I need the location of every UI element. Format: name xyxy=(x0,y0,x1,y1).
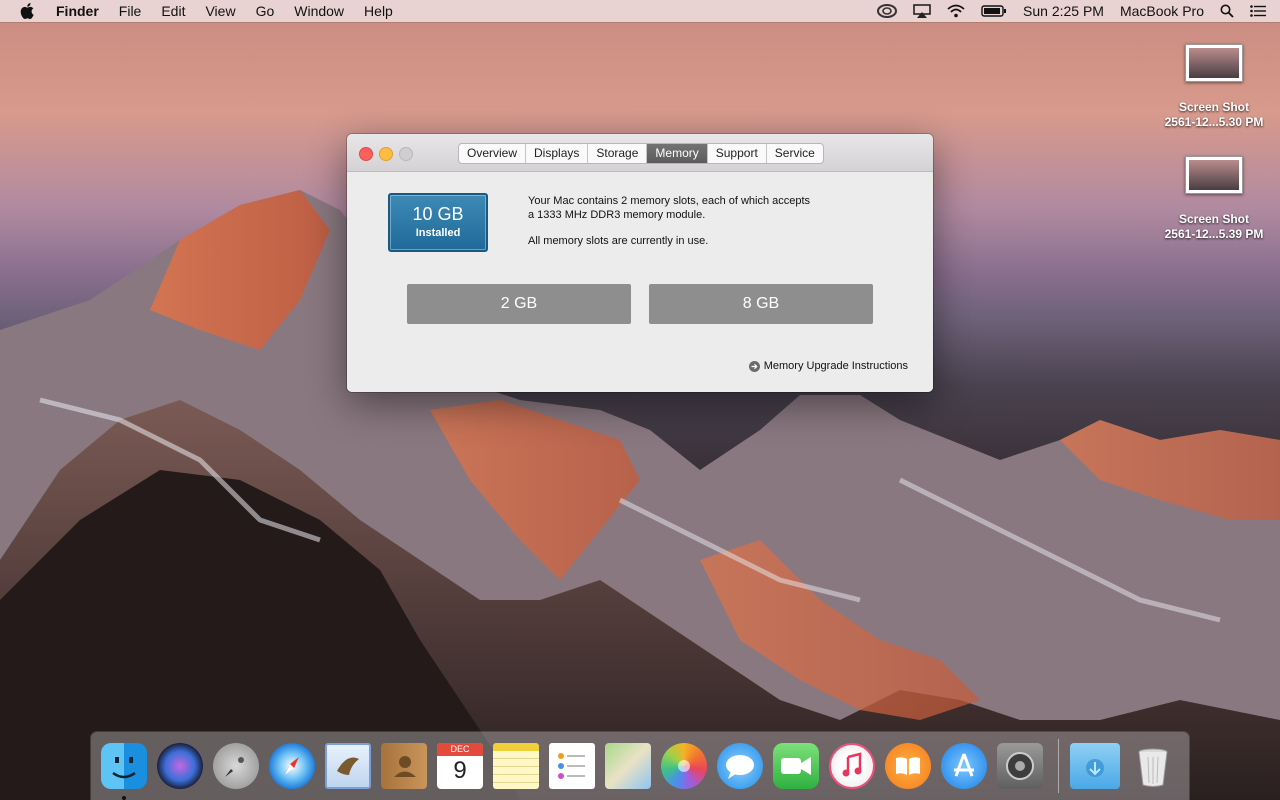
screenshot-thumbnail-icon xyxy=(1185,156,1243,194)
memory-info-line1: Your Mac contains 2 memory slots, each o… xyxy=(528,195,811,207)
ibooks-icon[interactable] xyxy=(885,743,931,789)
desktop-file-screenshot-2[interactable]: Screen Shot 2561-12...5.39 PM xyxy=(1149,156,1279,242)
memory-info-line3: All memory slots are currently in use. xyxy=(528,235,709,247)
desktop xyxy=(0,0,1280,800)
memory-panel: 10 GB Installed Your Mac contains 2 memo… xyxy=(347,172,933,392)
calendar-icon[interactable]: DEC 9 xyxy=(437,743,483,789)
menu-help[interactable]: Help xyxy=(364,3,393,19)
memory-slot-1: 2 GB xyxy=(407,284,631,324)
installed-memory-badge: 10 GB Installed xyxy=(388,193,488,252)
app-menu-finder[interactable]: Finder xyxy=(56,3,99,19)
itunes-icon[interactable] xyxy=(829,743,875,789)
about-this-mac-window: Overview Displays Storage Memory Support… xyxy=(347,134,933,392)
installed-memory-label: Installed xyxy=(415,227,461,239)
zoom-button[interactable] xyxy=(399,147,413,161)
maps-icon[interactable] xyxy=(605,743,651,789)
wallpaper xyxy=(0,190,1280,800)
desktop-file-label-line2: 2561-12...5.30 PM xyxy=(1164,115,1264,129)
desktop-file-label-line1: Screen Shot xyxy=(1178,100,1250,114)
menu-bar: Finder File Edit View Go Window Help Sun… xyxy=(0,0,1280,22)
running-indicator xyxy=(122,796,126,800)
tab-bar: Overview Displays Storage Memory Support… xyxy=(458,143,824,164)
apple-menu-icon[interactable] xyxy=(20,3,38,19)
contacts-icon[interactable] xyxy=(381,743,427,789)
system-preferences-icon[interactable] xyxy=(997,743,1043,789)
tab-displays[interactable]: Displays xyxy=(526,144,589,163)
calendar-day: 9 xyxy=(453,757,467,784)
desktop-file-label-line2: 2561-12...5.39 PM xyxy=(1164,227,1264,241)
menubar-clock[interactable]: Sun 2:25 PM xyxy=(1023,3,1104,19)
arrow-right-circle-icon xyxy=(748,360,760,372)
facetime-icon[interactable] xyxy=(773,743,819,789)
menubar-user-name[interactable]: MacBook Pro xyxy=(1120,3,1204,19)
window-titlebar[interactable]: Overview Displays Storage Memory Support… xyxy=(347,134,933,172)
downloads-folder-icon[interactable] xyxy=(1070,743,1120,789)
finder-icon[interactable] xyxy=(101,743,147,800)
launchpad-icon[interactable] xyxy=(213,743,259,789)
menu-go[interactable]: Go xyxy=(256,3,275,19)
tab-storage[interactable]: Storage xyxy=(588,144,648,163)
dock-separator xyxy=(1058,739,1059,793)
desktop-file-label-line1: Screen Shot xyxy=(1178,212,1250,226)
close-button[interactable] xyxy=(359,147,373,161)
installed-memory-size: 10 GB xyxy=(412,204,464,224)
menu-window[interactable]: Window xyxy=(294,3,344,19)
dock: DEC 9 xyxy=(91,732,1189,800)
memory-upgrade-link-label: Memory Upgrade Instructions xyxy=(763,360,908,372)
screenshot-thumbnail-icon xyxy=(1185,44,1243,82)
reminders-icon[interactable] xyxy=(549,743,595,789)
notification-center-icon[interactable] xyxy=(1250,5,1266,17)
safari-icon[interactable] xyxy=(269,743,315,789)
battery-icon[interactable] xyxy=(981,5,1007,17)
memory-info-line2: a 1333 MHz DDR3 memory module. xyxy=(528,209,706,221)
desktop-file-screenshot-1[interactable]: Screen Shot 2561-12...5.30 PM xyxy=(1149,44,1279,130)
menu-file[interactable]: File xyxy=(119,3,142,19)
calendar-month: DEC xyxy=(437,743,483,756)
wifi-icon[interactable] xyxy=(947,4,965,18)
tab-memory[interactable]: Memory xyxy=(647,144,708,163)
menu-edit[interactable]: Edit xyxy=(161,3,185,19)
tab-service[interactable]: Service xyxy=(767,144,823,163)
trash-icon[interactable] xyxy=(1130,743,1176,789)
minimize-button[interactable] xyxy=(379,147,393,161)
messages-icon[interactable] xyxy=(717,743,763,789)
app-store-icon[interactable] xyxy=(941,743,987,789)
tab-support[interactable]: Support xyxy=(708,144,767,163)
notes-icon[interactable] xyxy=(493,743,539,789)
spotlight-search-icon[interactable] xyxy=(1220,4,1234,18)
tab-overview[interactable]: Overview xyxy=(459,144,527,163)
photos-icon[interactable] xyxy=(661,743,707,789)
siri-icon[interactable] xyxy=(157,743,203,789)
airplay-icon[interactable] xyxy=(913,4,931,18)
menu-view[interactable]: View xyxy=(205,3,235,19)
memory-upgrade-link[interactable]: Memory Upgrade Instructions xyxy=(748,360,908,372)
memory-slot-2: 8 GB xyxy=(649,284,873,324)
creative-cloud-icon[interactable] xyxy=(877,4,898,18)
mail-icon[interactable] xyxy=(325,743,371,789)
